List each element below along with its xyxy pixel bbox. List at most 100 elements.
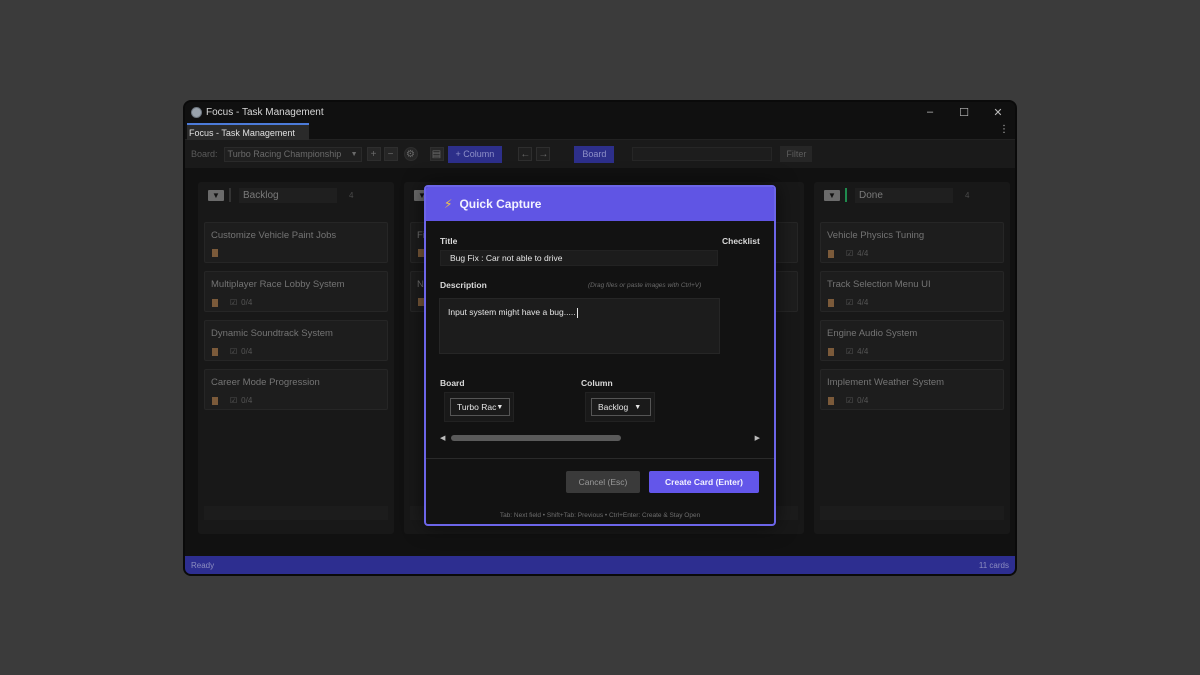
description-hint: (Drag files or paste images with Ctrl+V) [588,282,702,289]
board-dropdown-wrap: Turbo Rac ▼ [444,392,514,422]
card-meta: ☑ 0/4 [212,396,252,405]
checklist-progress: 0/4 [857,396,869,405]
scrollbar-thumb[interactable] [451,435,621,441]
add-card-area[interactable] [204,506,388,520]
board-select-value: Turbo Racing Championship [227,149,342,159]
divider [426,458,774,459]
horizontal-scrollbar[interactable]: ◀ ▶ [440,434,760,442]
card[interactable]: Dynamic Soundtrack System ☑ 0/4 [204,320,388,361]
column-accent-bar [229,188,231,202]
document-icon [212,347,218,356]
column-accent-bar [845,188,847,202]
card[interactable]: Implement Weather System ☑ 0/4 [820,369,1004,410]
column-count: 4 [349,190,354,200]
dialog-title: Quick Capture [459,197,542,211]
card[interactable]: Multiplayer Race Lobby System ☑ 0/4 [204,271,388,312]
add-column-button[interactable]: + Column [447,145,503,163]
card-title: Implement Weather System [827,377,945,388]
checklist-icon: ☑ [846,347,854,356]
collapse-column-icon[interactable]: ▼ [208,189,224,201]
card-title: Dynamic Soundtrack System [211,328,333,339]
document-icon [828,298,834,307]
card[interactable]: Career Mode Progression ☑ 0/4 [204,369,388,410]
title-input[interactable]: Bug Fix : Car not able to drive [440,250,718,266]
card-meta: ☑ 0/4 [828,396,868,405]
scroll-right-icon[interactable]: ▶ [755,434,760,442]
card[interactable]: Customize Vehicle Paint Jobs [204,222,388,263]
card-title: Vehicle Physics Tuning [827,230,925,241]
column-header: ▼ Done 4 [814,182,1010,208]
document-icon [828,396,834,405]
column-title[interactable]: Done [855,187,953,203]
tab-strip: Focus - Task Management ⋮ [185,122,1015,140]
delete-board-button[interactable]: − [383,147,398,161]
more-options-icon[interactable]: ⋮ [999,124,1009,135]
window-title: Focus - Task Management [206,106,324,118]
collapse-column-icon[interactable]: ▼ [824,189,840,201]
document-icon [212,396,218,405]
search-input[interactable] [632,147,773,161]
title-bar: Focus - Task Management – ☐ ✕ [185,102,1015,122]
card[interactable]: Engine Audio System ☑ 4/4 [820,320,1004,361]
column-title[interactable]: Backlog [239,187,337,203]
column-backlog: ▼ Backlog 4 Customize Vehicle Paint Jobs… [198,182,394,534]
filter-button[interactable]: Filter [780,146,813,162]
settings-gear-icon[interactable]: ⚙ [403,147,418,161]
board-dropdown[interactable]: Turbo Rac ▼ [450,398,510,416]
card[interactable]: Vehicle Physics Tuning ☑ 4/4 [820,222,1004,263]
description-label: Description [440,280,487,290]
status-text: Ready [191,560,215,570]
app-logo-icon [191,106,202,118]
card-title: Career Mode Progression [211,377,320,388]
card-meta: ☑ 0/4 [212,347,252,356]
cancel-button[interactable]: Cancel (Esc) [566,471,640,493]
description-textarea[interactable]: Input system might have a bug..... [439,298,720,354]
column-header: ▼ Backlog 4 [198,182,394,208]
add-board-button[interactable]: + [366,147,381,161]
card-meta: ☑ 4/4 [828,298,868,307]
dialog-header: ⚡ Quick Capture [426,187,774,221]
document-icon [212,249,218,257]
checklist-progress: 0/4 [241,396,253,405]
card-meta: ☑ 4/4 [828,347,868,356]
board-select[interactable]: Turbo Racing Championship ▼ [223,146,362,162]
checklist-icon: ☑ [230,347,238,356]
quick-capture-dialog: ⚡ Quick Capture Title Checklist Bug Fix … [424,185,776,526]
card-title: Track Selection Menu UI [827,279,931,290]
maximize-button[interactable]: ☐ [947,102,981,122]
card-title: Customize Vehicle Paint Jobs [211,230,337,241]
checklist-progress: 4/4 [857,298,869,307]
card-meta [212,249,230,257]
column-dropdown[interactable]: Backlog ▼ [591,398,651,416]
checklist-progress: 4/4 [857,249,869,258]
status-bar: Ready 11 cards [185,556,1015,574]
title-label: Title [440,236,458,246]
checklist-icon: ☑ [230,298,238,307]
card-title: Multiplayer Race Lobby System [211,279,345,290]
checklist-progress: 4/4 [857,347,869,356]
redo-button[interactable]: → [536,147,551,161]
minimize-button[interactable]: – [913,102,947,122]
close-button[interactable]: ✕ [981,102,1015,122]
board-view-button[interactable]: Board [574,145,615,163]
checklist-progress: 0/4 [241,298,253,307]
column-field-label: Column [581,378,613,388]
checklist-icon: ☑ [846,298,854,307]
chevron-down-icon: ▼ [496,403,504,411]
add-card-area[interactable] [820,506,1004,520]
card-meta: ☑ 0/4 [212,298,252,307]
clipboard-icon[interactable]: ▤ [429,147,444,161]
card-title: N [417,279,424,290]
column-dropdown-wrap: Backlog ▼ [585,392,655,422]
board-dropdown-value: Turbo Rac [457,402,497,412]
toolbar: Board: Turbo Racing Championship ▼ + − ⚙… [185,140,1015,168]
create-card-button[interactable]: Create Card (Enter) [649,471,759,493]
window-controls: – ☐ ✕ [913,102,1015,122]
checklist-icon: ☑ [230,396,238,405]
card[interactable]: Track Selection Menu UI ☑ 4/4 [820,271,1004,312]
tab-focus-task-management[interactable]: Focus - Task Management [187,123,309,140]
column-count: 4 [965,190,970,200]
undo-button[interactable]: ← [518,147,533,161]
scroll-left-icon[interactable]: ◀ [440,434,445,442]
document-icon [828,347,834,356]
